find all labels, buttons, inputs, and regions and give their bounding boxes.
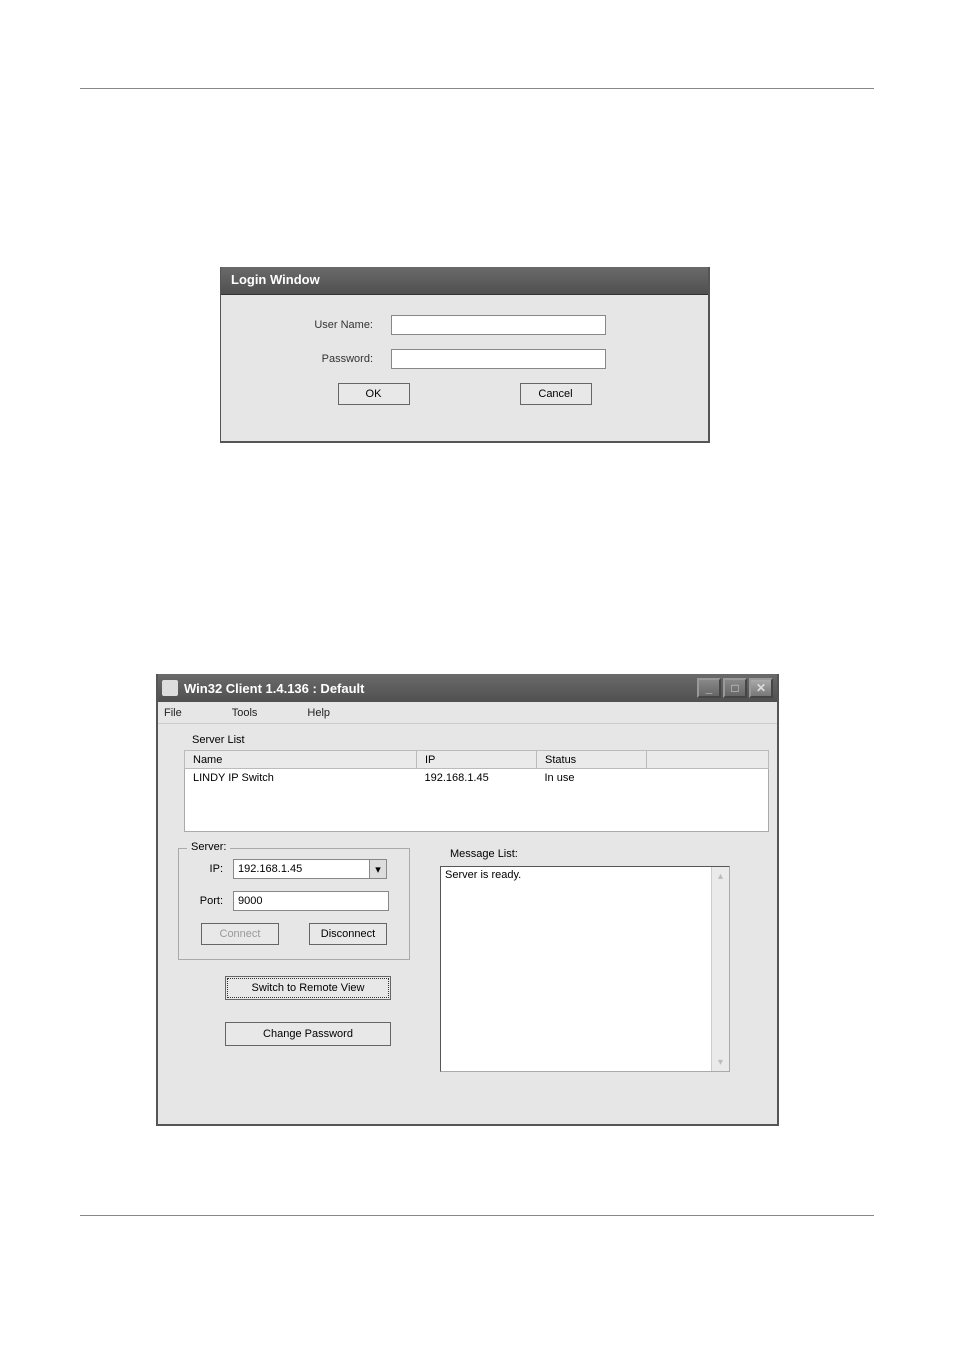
lower-area: Server: IP: ▾ Port: Connect D xyxy=(178,848,757,1072)
page-divider-bottom xyxy=(80,1215,874,1216)
port-row: Port: xyxy=(193,891,395,911)
menubar: File Tools Help xyxy=(158,702,777,724)
app-icon xyxy=(162,680,178,696)
message-list-label: Message List: xyxy=(450,848,757,860)
connect-button[interactable]: Connect xyxy=(201,923,279,945)
col-header-ip[interactable]: IP xyxy=(417,751,537,769)
cell-status: In use xyxy=(537,769,647,792)
cell-spacer xyxy=(647,769,769,792)
scrollbar[interactable]: ▴ ▾ xyxy=(711,867,729,1071)
port-label: Port: xyxy=(193,895,233,907)
scroll-down-icon[interactable]: ▾ xyxy=(712,1053,729,1071)
table-header-row: Name IP Status xyxy=(185,751,769,769)
ok-button[interactable]: OK xyxy=(338,383,410,405)
left-column: Server: IP: ▾ Port: Connect D xyxy=(178,848,410,1072)
chevron-down-icon[interactable]: ▾ xyxy=(369,859,387,879)
menu-tools[interactable]: Tools xyxy=(232,707,258,719)
password-row: Password: xyxy=(251,349,678,369)
server-group-legend: Server: xyxy=(187,841,230,853)
login-window: Login Window User Name: Password: OK Can… xyxy=(220,267,710,443)
login-window-title: Login Window xyxy=(221,267,708,295)
change-password-button[interactable]: Change Password xyxy=(225,1022,391,1046)
table-row[interactable]: LINDY IP Switch 192.168.1.45 In use xyxy=(185,769,769,792)
cell-name: LINDY IP Switch xyxy=(185,769,417,792)
ip-label: IP: xyxy=(193,863,233,875)
titlebar-left: Win32 Client 1.4.136 : Default xyxy=(162,680,365,696)
login-body: User Name: Password: OK Cancel xyxy=(221,295,708,415)
menu-help[interactable]: Help xyxy=(307,707,330,719)
ip-combo: ▾ xyxy=(233,859,387,879)
disconnect-button[interactable]: Disconnect xyxy=(309,923,387,945)
client-window: Win32 Client 1.4.136 : Default _ □ ✕ Fil… xyxy=(156,674,779,1126)
username-input[interactable] xyxy=(391,315,606,335)
password-label: Password: xyxy=(251,353,391,365)
switch-remote-view-button[interactable]: Switch to Remote View xyxy=(225,976,391,1000)
server-group: Server: IP: ▾ Port: Connect D xyxy=(178,848,410,960)
col-header-spacer xyxy=(647,751,769,769)
client-titlebar: Win32 Client 1.4.136 : Default _ □ ✕ xyxy=(158,674,777,702)
col-header-name[interactable]: Name xyxy=(185,751,417,769)
server-list-table: Name IP Status LINDY IP Switch 192.168.1… xyxy=(184,750,769,832)
col-header-status[interactable]: Status xyxy=(537,751,647,769)
right-column: Message List: Server is ready. ▴ ▾ xyxy=(440,848,757,1072)
window-controls: _ □ ✕ xyxy=(697,678,773,698)
login-buttons: OK Cancel xyxy=(251,383,678,405)
close-icon[interactable]: ✕ xyxy=(749,678,773,698)
cancel-button[interactable]: Cancel xyxy=(520,383,592,405)
menu-file[interactable]: File xyxy=(164,707,182,719)
table-empty-area xyxy=(185,792,769,832)
server-list-label: Server List xyxy=(192,734,757,746)
username-row: User Name: xyxy=(251,315,678,335)
ip-input[interactable] xyxy=(233,859,369,879)
scroll-up-icon[interactable]: ▴ xyxy=(712,867,729,885)
maximize-icon[interactable]: □ xyxy=(723,678,747,698)
username-label: User Name: xyxy=(251,319,391,331)
server-group-buttons: Connect Disconnect xyxy=(193,923,395,945)
action-buttons: Switch to Remote View Change Password xyxy=(206,976,410,1046)
cell-ip: 192.168.1.45 xyxy=(417,769,537,792)
port-input[interactable] xyxy=(233,891,389,911)
ip-row: IP: ▾ xyxy=(193,859,395,879)
message-text: Server is ready. xyxy=(445,869,521,881)
page-divider-top xyxy=(80,88,874,89)
message-list-box: Server is ready. ▴ ▾ xyxy=(440,866,730,1072)
minimize-icon[interactable]: _ xyxy=(697,678,721,698)
client-window-title: Win32 Client 1.4.136 : Default xyxy=(184,681,365,696)
client-body: Server List Name IP Status LINDY IP Swit… xyxy=(158,724,777,1082)
password-input[interactable] xyxy=(391,349,606,369)
